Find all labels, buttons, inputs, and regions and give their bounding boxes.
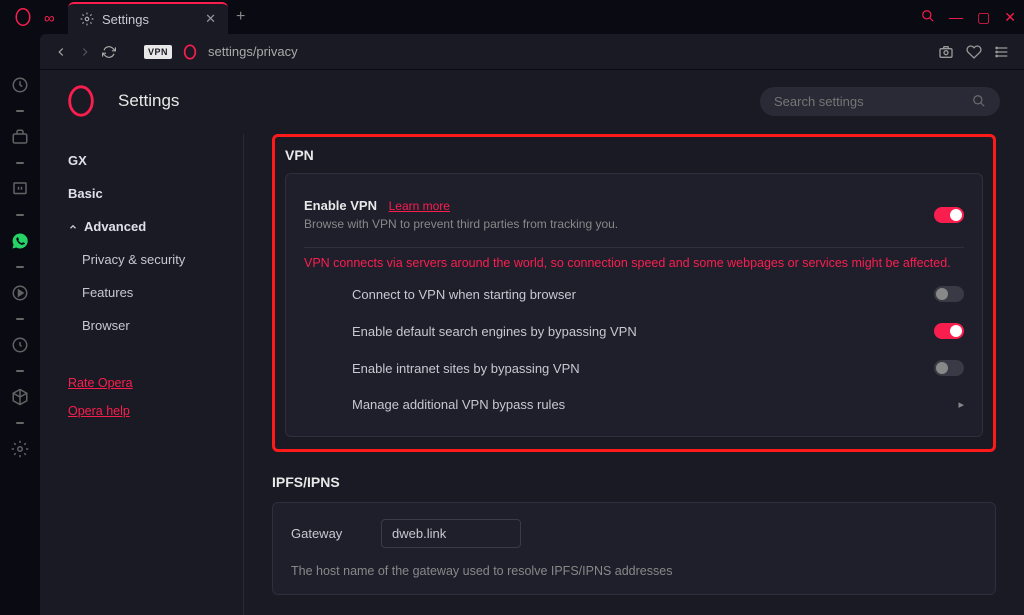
rail-briefcase-icon[interactable] — [11, 128, 29, 146]
heart-icon[interactable] — [966, 44, 982, 60]
sidebar-item-privacy[interactable]: Privacy & security — [58, 243, 243, 276]
rail-cube-icon[interactable] — [11, 388, 29, 406]
enable-vpn-desc: Browse with VPN to prevent third parties… — [304, 217, 934, 231]
rail-whatsapp-icon[interactable] — [11, 232, 29, 250]
default-search-row: Enable default search engines by bypassi… — [304, 312, 964, 349]
chevron-up-icon — [68, 222, 78, 232]
rail-divider — [16, 214, 24, 216]
page-header: Settings — [40, 70, 1024, 134]
opera-icon — [182, 44, 198, 60]
rail-settings-icon[interactable] — [11, 440, 29, 458]
manage-bypass-row[interactable]: Manage additional VPN bypass rules ▸ — [304, 386, 964, 422]
ipfs-section: IPFS/IPNS Gateway The host name of the g… — [272, 470, 996, 595]
vpn-section-title: VPN — [285, 141, 983, 173]
camera-icon[interactable] — [938, 44, 954, 60]
sidebar-item-browser[interactable]: Browser — [58, 309, 243, 342]
reload-button[interactable] — [102, 45, 116, 59]
rate-opera-link[interactable]: Rate Opera — [58, 372, 243, 394]
vpn-badge[interactable]: VPN — [144, 45, 172, 59]
manage-bypass-label: Manage additional VPN bypass rules — [352, 397, 958, 412]
sidebar-item-basic[interactable]: Basic — [58, 177, 243, 210]
sidebar-item-features[interactable]: Features — [58, 276, 243, 309]
sidebar-item-advanced[interactable]: Advanced — [58, 210, 243, 243]
maximize-icon[interactable]: ▢ — [977, 9, 990, 26]
vpn-warning: VPN connects via servers around the worl… — [304, 247, 964, 276]
rail-divider — [16, 266, 24, 268]
intranet-label: Enable intranet sites by bypassing VPN — [352, 361, 934, 376]
gateway-label: Gateway — [291, 526, 361, 541]
ipfs-section-title: IPFS/IPNS — [272, 470, 996, 502]
gateway-row: Gateway — [291, 519, 977, 548]
gear-icon — [80, 12, 94, 26]
opera-logo — [64, 84, 98, 118]
search-icon — [972, 94, 986, 108]
sidebar-advanced-label: Advanced — [84, 219, 146, 234]
chevron-right-icon: ▸ — [958, 398, 964, 411]
connect-start-label: Connect to VPN when starting browser — [352, 287, 934, 302]
rail-play-icon[interactable] — [11, 284, 29, 302]
connect-start-row: Connect to VPN when starting browser — [304, 276, 964, 312]
close-window-icon[interactable]: ✕ — [1004, 9, 1016, 26]
gx-icon: ∞ — [44, 10, 55, 27]
minimize-icon[interactable]: — — [949, 9, 963, 26]
menu-icon[interactable] — [994, 44, 1010, 60]
opera-icon-small — [14, 8, 32, 26]
rail-speed-icon[interactable] — [11, 76, 29, 94]
learn-more-link[interactable]: Learn more — [389, 199, 450, 213]
page-title: Settings — [118, 91, 179, 111]
gateway-input[interactable] — [381, 519, 521, 548]
left-rail — [0, 70, 40, 615]
opera-help-link[interactable]: Opera help — [58, 400, 243, 422]
rail-divider — [16, 370, 24, 372]
default-search-label: Enable default search engines by bypassi… — [352, 324, 934, 339]
ipfs-card: Gateway The host name of the gateway use… — [272, 502, 996, 595]
sidebar-item-gx[interactable]: GX — [58, 144, 243, 177]
rail-divider — [16, 162, 24, 164]
vpn-section-highlight: VPN Enable VPN Learn more Browse with VP… — [272, 134, 996, 452]
enable-vpn-row: Enable VPN Learn more Browse with VPN to… — [304, 188, 964, 241]
enable-vpn-title: Enable VPN — [304, 198, 377, 213]
rail-divider — [16, 422, 24, 424]
search-input[interactable] — [774, 94, 972, 109]
tab-settings[interactable]: Settings ✕ — [68, 2, 228, 34]
connect-start-toggle[interactable] — [934, 286, 964, 302]
tab-title: Settings — [102, 12, 149, 27]
address-bar: VPN settings/privacy — [40, 34, 1024, 70]
url-text[interactable]: settings/privacy — [208, 44, 298, 59]
rail-history-icon[interactable] — [11, 336, 29, 354]
back-button[interactable] — [54, 45, 68, 59]
default-search-toggle[interactable] — [934, 323, 964, 339]
intranet-toggle[interactable] — [934, 360, 964, 376]
rail-divider — [16, 110, 24, 112]
search-settings[interactable] — [760, 87, 1000, 116]
intranet-row: Enable intranet sites by bypassing VPN — [304, 349, 964, 386]
settings-sidebar: GX Basic Advanced Privacy & security Fea… — [40, 134, 244, 615]
vpn-card: Enable VPN Learn more Browse with VPN to… — [285, 173, 983, 437]
rail-twitch-icon[interactable] — [11, 180, 29, 198]
rail-divider — [16, 318, 24, 320]
search-window-icon[interactable] — [921, 9, 935, 26]
settings-content: VPN Enable VPN Learn more Browse with VP… — [244, 134, 1024, 615]
close-icon[interactable]: ✕ — [205, 11, 216, 27]
forward-button[interactable] — [78, 45, 92, 59]
window-controls: — ▢ ✕ — [921, 9, 1016, 26]
new-tab-button[interactable]: + — [236, 8, 245, 26]
gateway-desc: The host name of the gateway used to res… — [291, 564, 977, 578]
window-chrome: ∞ Settings ✕ + — ▢ ✕ — [0, 0, 1024, 34]
enable-vpn-toggle[interactable] — [934, 207, 964, 223]
